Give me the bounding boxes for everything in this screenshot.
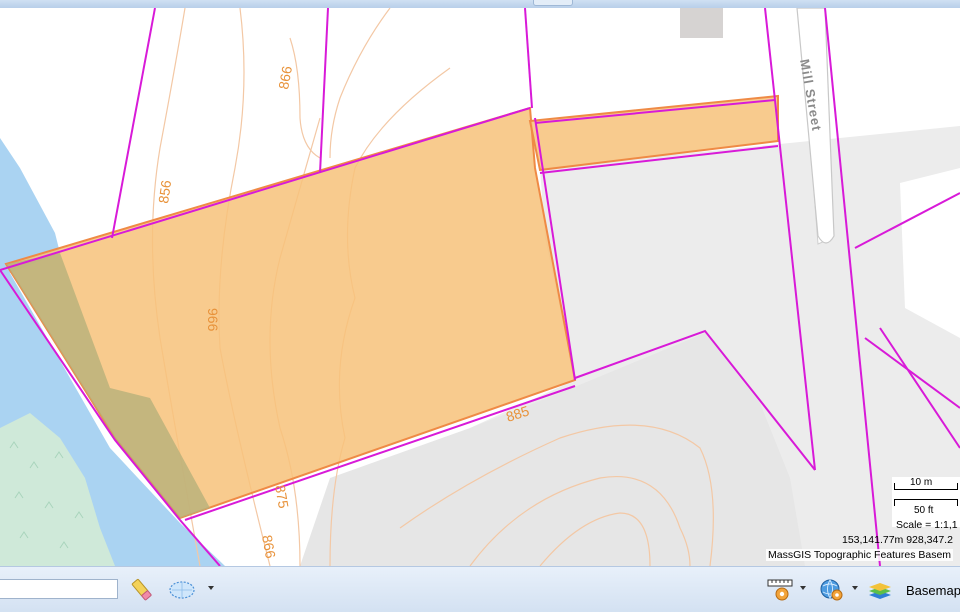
basemaps-button[interactable]: [866, 576, 894, 604]
scale-ratio-text: Scale = 1:1,1: [896, 519, 958, 531]
contour-label-856: 856: [155, 179, 174, 205]
eraser-button[interactable]: [128, 576, 156, 604]
measure-dropdown-arrow[interactable]: [800, 586, 806, 590]
map-viewport[interactable]: Mill Street 866 856 966 885 875 866: [0, 8, 960, 566]
draw-shape-button[interactable]: [168, 576, 196, 604]
measure-tool-button[interactable]: [766, 576, 794, 604]
globe-settings-button[interactable]: [818, 576, 846, 604]
bottom-toolbar: Basemaps: [0, 566, 960, 612]
map-application: Mill Street 866 856 966 885 875 866 10 m…: [0, 0, 960, 612]
eraser-icon: [131, 578, 152, 601]
basemaps-label[interactable]: Basemaps: [906, 583, 960, 598]
small-building: [680, 8, 723, 38]
globe-gear-icon: [820, 579, 843, 601]
panel-toggle-tab[interactable]: [533, 0, 573, 6]
basemap-attribution: MassGIS Topographic Features Basem: [766, 549, 954, 561]
measure-gear-icon: [767, 579, 793, 601]
search-input[interactable]: [0, 579, 118, 599]
draw-shape-dropdown-arrow[interactable]: [208, 586, 214, 590]
draw-shape-icon: [169, 581, 195, 599]
globe-dropdown-arrow[interactable]: [852, 586, 858, 590]
contour-label-966: 966: [205, 308, 221, 332]
scale-bar-metric: [894, 483, 958, 490]
cursor-coordinates: 153,141.77m 928,347.2: [842, 534, 953, 546]
scale-imperial-label: 50 ft: [914, 505, 934, 516]
map-canvas[interactable]: Mill Street 866 856 966 885 875 866: [0, 8, 960, 566]
basemap-layers-icon: [869, 583, 891, 599]
